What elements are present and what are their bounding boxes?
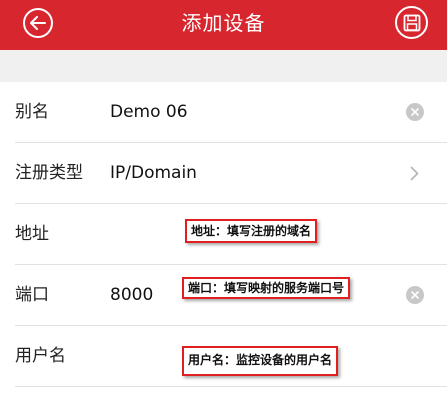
page-title: 添加设备 <box>181 11 266 35</box>
port-annotation: 端口：填写映射的服务端口号 <box>182 277 351 299</box>
save-icon <box>403 14 420 31</box>
username-annotation: 用户名：监控设备的用户名 <box>182 346 339 376</box>
app-header: 添加设备 <box>0 0 447 50</box>
chevron-right-icon <box>410 166 419 181</box>
divider <box>15 386 447 387</box>
register-type-row[interactable]: 注册类型 IP/Domain <box>0 143 447 204</box>
alias-input[interactable]: Demo 06 <box>110 82 188 143</box>
address-label: 地址 <box>15 224 49 244</box>
alias-row[interactable]: 别名 Demo 06 <box>0 82 447 143</box>
clear-icon[interactable] <box>406 103 424 121</box>
clear-icon[interactable] <box>406 286 424 304</box>
port-input[interactable]: 8000 <box>110 265 153 326</box>
register-type-label: 注册类型 <box>15 163 83 183</box>
register-type-value: IP/Domain <box>110 163 197 183</box>
username-label: 用户名 <box>15 346 66 366</box>
save-button[interactable] <box>395 6 428 39</box>
address-annotation: 地址：填写注册的域名 <box>185 219 318 243</box>
port-label: 端口 <box>15 285 49 305</box>
section-spacer <box>0 50 447 82</box>
alias-label: 别名 <box>15 102 49 122</box>
